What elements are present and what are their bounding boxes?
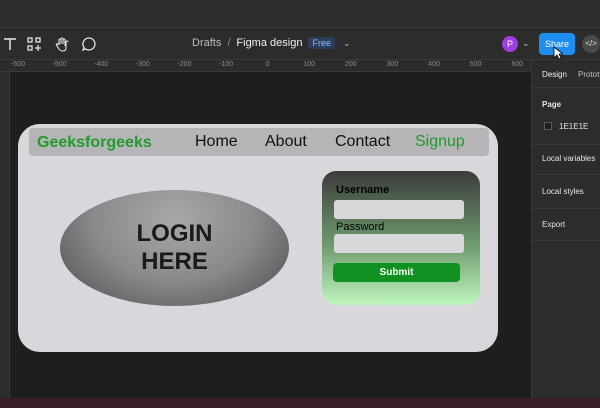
avatar-chevron-down-icon[interactable]: ⌄	[522, 38, 530, 49]
page-section-title: Page	[542, 100, 562, 109]
tab-prototype[interactable]: Prototype	[578, 70, 600, 79]
ruler-tick-label: 300	[386, 61, 399, 68]
design-brand: Geeksforgeeks	[37, 134, 152, 151]
dev-mode-toggle[interactable]: </>	[582, 35, 600, 53]
figma-app: Drafts / Figma design Free ⌄ P ⌄ Share </> -…	[0, 0, 600, 408]
properties-panel: Design Prototype Page 1E1E1E Local varia…	[531, 60, 600, 398]
panel-divider	[532, 208, 600, 209]
comment-tool-icon[interactable]	[79, 34, 99, 54]
design-hero-oval[interactable]: LOGIN HERE	[60, 190, 289, 306]
local-styles-section[interactable]: Local styles	[542, 187, 584, 196]
breadcrumb: Drafts / Figma design Free ⌄	[192, 37, 351, 49]
mouse-cursor-icon	[553, 46, 563, 60]
hand-tool-icon[interactable]	[52, 34, 72, 54]
design-navbar[interactable]: Geeksforgeeks Home About Contact Signup	[29, 128, 489, 156]
plan-badge: Free	[308, 37, 335, 49]
page-color-swatch[interactable]	[544, 122, 552, 130]
ruler-tick-label: -200	[177, 61, 192, 68]
ruler-tick-label: 600	[511, 61, 524, 68]
horizontal-ruler: -600 -500 -400 -300 -200 -100 0 100 200 300 400 500…	[0, 60, 531, 72]
panel-divider	[532, 174, 600, 175]
file-menu-chevron-icon[interactable]: ⌄	[343, 38, 351, 49]
design-nav-about[interactable]: About	[265, 133, 307, 151]
vertical-ruler	[0, 72, 10, 398]
page-color-value[interactable]: 1E1E1E	[559, 122, 588, 131]
design-login-card[interactable]: Username Password Submit	[322, 171, 480, 305]
design-username-label: Username	[336, 184, 390, 196]
design-frame[interactable]: Geeksforgeeks Home About Contact Signup …	[18, 124, 498, 352]
design-hero-text: LOGIN HERE	[136, 220, 213, 275]
text-tool-icon[interactable]	[0, 34, 20, 54]
breadcrumb-drafts[interactable]: Drafts	[192, 37, 221, 49]
local-variables-section[interactable]: Local variables	[542, 154, 595, 163]
ruler-tick-label: -400	[94, 61, 109, 68]
avatar[interactable]: P	[502, 36, 518, 52]
panel-divider	[532, 240, 600, 241]
panel-divider	[532, 87, 600, 88]
ruler-tick-label: 400	[428, 61, 440, 68]
ruler-tick-label: -100	[218, 61, 234, 68]
ruler-tick-label: 500	[469, 61, 482, 68]
ruler-tick-label: 0	[265, 61, 270, 68]
design-username-field[interactable]	[334, 200, 464, 219]
ruler-tick-label: 100	[303, 61, 316, 68]
design-nav-contact[interactable]: Contact	[335, 133, 390, 151]
components-tool-icon[interactable]	[24, 34, 44, 54]
ruler-tick-label: -500	[52, 61, 67, 68]
design-nav-home[interactable]: Home	[195, 133, 238, 151]
file-name[interactable]: Figma design	[236, 37, 302, 49]
design-nav-signup[interactable]: Signup	[415, 133, 465, 151]
panel-divider	[532, 144, 600, 145]
window-top-strip	[0, 0, 600, 28]
ruler-tick-label: 200	[344, 61, 357, 68]
export-section[interactable]: Export	[542, 220, 565, 229]
design-password-label: Password	[336, 221, 385, 233]
ruler-tick-label: -300	[135, 61, 150, 68]
bottom-strip	[0, 398, 600, 408]
design-submit-button[interactable]: Submit	[333, 263, 460, 282]
tab-design[interactable]: Design	[542, 70, 567, 79]
breadcrumb-separator: /	[227, 37, 231, 49]
ruler-tick-label: -600	[10, 61, 26, 68]
design-password-field[interactable]	[334, 234, 464, 253]
